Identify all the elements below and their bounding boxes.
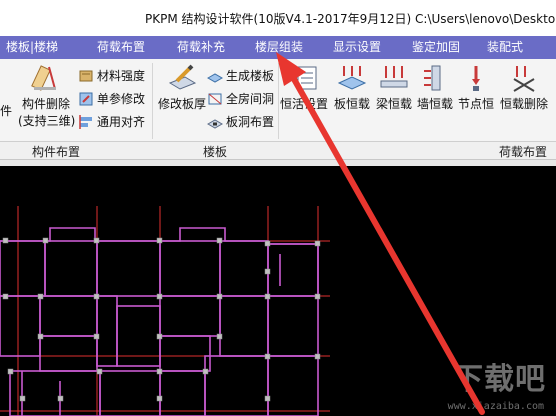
generate-slab-button[interactable]: 生成楼板 xyxy=(207,67,274,84)
tab-load-layout[interactable]: 荷载布置 xyxy=(97,36,145,59)
component-group-label: 构件布置 xyxy=(32,145,81,159)
watermark-text: 下载吧 xyxy=(453,362,546,397)
tab-prefabricated[interactable]: 装配式 xyxy=(487,36,523,59)
modify-slab-thickness-button[interactable]: 修改板厚 xyxy=(158,63,206,112)
generate-slab-label: 生成楼板 xyxy=(226,69,275,83)
delete-dead-load-label: 恒载删除 xyxy=(499,97,548,111)
wall-outlines xyxy=(0,227,319,416)
material-strength-label: 材料强度 xyxy=(97,69,146,83)
slab-group-label: 楼板 xyxy=(203,145,228,159)
align-icon xyxy=(79,114,92,129)
delete-component-label2: (支持三维) xyxy=(18,114,76,128)
load-setting-icon xyxy=(292,66,317,90)
wall-dead-load-label: 墙恒载 xyxy=(416,97,453,111)
site-watermark: 下载吧 www.xiazaiba.com xyxy=(432,354,552,414)
title-bar: PKPM 结构设计软件(10版V4.1-2017年9月12日) C:\Users… xyxy=(0,0,556,36)
node-load-icon xyxy=(472,66,480,91)
material-strength-button[interactable]: 材料强度 xyxy=(78,67,145,84)
window-title: PKPM 结构设计软件(10版V4.1-2017年9月12日) C:\Users… xyxy=(145,12,556,26)
tab-load-supplement[interactable]: 荷载补充 xyxy=(177,36,225,59)
node-dead-load-button[interactable]: 节点恒 xyxy=(455,63,497,112)
delete-component-button[interactable]: 构件删除 (支持三维) xyxy=(18,63,76,129)
wall-dead-load-button[interactable]: 墙恒载 xyxy=(414,63,456,112)
slab-hole-icon xyxy=(207,118,223,129)
whole-room-hole-button[interactable]: 全房间洞 xyxy=(207,90,274,107)
single-param-label: 单参修改 xyxy=(97,92,146,106)
ribbon-toolbar: 件 构件删除 (支持三维) 材料强度 单参修改 通用对齐 修改板厚 生成楼板 全… xyxy=(0,59,556,142)
menu-tab-bar: 楼板|楼梯 荷载布置 荷载补充 楼层组装 显示设置 鉴定加固 装配式 xyxy=(0,36,556,59)
beam-dead-load-button[interactable]: 梁恒载 xyxy=(373,63,415,112)
wall-load-icon xyxy=(424,65,441,91)
general-align-button[interactable]: 通用对齐 xyxy=(78,113,145,130)
column-nodes xyxy=(2,237,321,402)
node-dead-load-label: 节点恒 xyxy=(457,97,494,111)
tab-display-settings[interactable]: 显示设置 xyxy=(333,36,381,59)
delete-dead-load-button[interactable]: 恒载删除 xyxy=(496,63,552,112)
dead-live-setting-label: 恒活设置 xyxy=(280,97,329,111)
component-partial-button[interactable]: 件 xyxy=(0,102,12,119)
beam-load-icon xyxy=(380,66,408,88)
tab-appraisal-reinforce[interactable]: 鉴定加固 xyxy=(412,36,460,59)
delete-component-label1: 构件删除 xyxy=(21,97,70,111)
room-hole-icon xyxy=(208,93,222,104)
slab-hole-layout-label: 板洞布置 xyxy=(226,115,275,129)
tab-slab-stair[interactable]: 楼板|楼梯 xyxy=(6,36,58,59)
single-param-icon xyxy=(79,92,93,105)
dead-live-setting-button[interactable]: 恒活设置 xyxy=(280,63,328,112)
group-separator xyxy=(152,63,153,139)
beam-dead-load-label: 梁恒载 xyxy=(375,97,412,111)
group-separator xyxy=(278,63,279,139)
pencil-slab-icon xyxy=(168,64,197,90)
eraser-icon xyxy=(31,65,56,91)
slab-hole-layout-button[interactable]: 板洞布置 xyxy=(207,113,274,130)
slab-icon xyxy=(207,72,223,83)
slab-load-icon xyxy=(337,66,367,90)
delete-load-icon xyxy=(513,66,535,92)
modify-slab-thickness-label: 修改板厚 xyxy=(158,97,207,111)
watermark-url: www.xiazaiba.com xyxy=(447,401,544,412)
load-group-label: 荷载布置 xyxy=(499,145,548,159)
tab-floor-assembly[interactable]: 楼层组装 xyxy=(255,36,303,59)
slab-dead-load-button[interactable]: 板恒载 xyxy=(331,63,373,112)
drawing-canvas[interactable]: 下载吧 www.xiazaiba.com xyxy=(0,166,556,416)
general-align-label: 通用对齐 xyxy=(97,115,146,129)
single-param-button[interactable]: 单参修改 xyxy=(78,90,145,107)
slab-dead-load-label: 板恒载 xyxy=(333,97,370,111)
ribbon-group-labels: 构件布置 楼板 荷载布置 xyxy=(0,142,556,160)
material-icon xyxy=(79,70,93,81)
whole-room-hole-label: 全房间洞 xyxy=(226,92,275,106)
